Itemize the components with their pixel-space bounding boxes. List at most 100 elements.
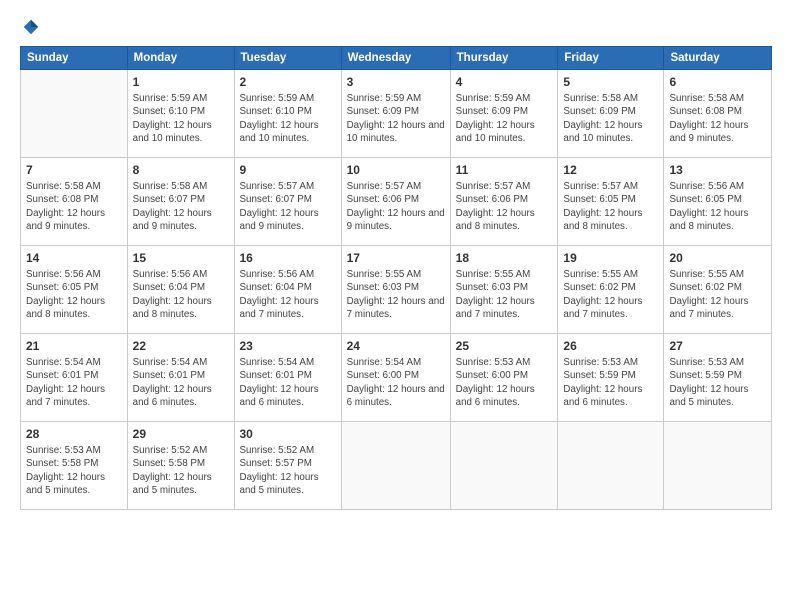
logo	[20, 18, 40, 36]
day-info: Sunrise: 5:59 AM Sunset: 6:09 PM Dayligh…	[347, 92, 445, 145]
day-number: 30	[240, 426, 336, 442]
day-info: Sunrise: 5:53 AM Sunset: 5:59 PM Dayligh…	[669, 356, 766, 409]
day-info: Sunrise: 5:58 AM Sunset: 6:09 PM Dayligh…	[563, 92, 658, 145]
day-number: 5	[563, 74, 658, 90]
calendar-cell: 27 Sunrise: 5:53 AM Sunset: 5:59 PM Dayli…	[664, 334, 772, 422]
calendar-cell: 22 Sunrise: 5:54 AM Sunset: 6:01 PM Dayli…	[127, 334, 234, 422]
day-info: Sunrise: 5:54 AM Sunset: 6:01 PM Dayligh…	[133, 356, 229, 409]
day-info: Sunrise: 5:52 AM Sunset: 5:58 PM Dayligh…	[133, 444, 229, 497]
calendar-header: SundayMondayTuesdayWednesdayThursdayFrid…	[21, 47, 772, 70]
calendar-cell: 14Sunrise: 5:56 AM Sunset: 6:05 PM Dayli…	[21, 246, 128, 334]
day-info: Sunrise: 5:57 AM Sunset: 6:07 PM Dayligh…	[240, 180, 336, 233]
calendar-cell: 23 Sunrise: 5:54 AM Sunset: 6:01 PM Dayli…	[234, 334, 341, 422]
day-info: Sunrise: 5:58 AM Sunset: 6:07 PM Dayligh…	[133, 180, 229, 233]
day-info: Sunrise: 5:57 AM Sunset: 6:06 PM Dayligh…	[347, 180, 445, 233]
day-number: 24	[347, 338, 445, 354]
calendar-cell: 28Sunrise: 5:53 AM Sunset: 5:58 PM Dayli…	[21, 422, 128, 510]
calendar-cell: 4 Sunrise: 5:59 AM Sunset: 6:09 PM Daylig…	[450, 70, 558, 158]
day-info: Sunrise: 5:58 AM Sunset: 6:08 PM Dayligh…	[669, 92, 766, 145]
day-number: 2	[240, 74, 336, 90]
weekday-header: Monday	[127, 47, 234, 70]
calendar-cell	[21, 70, 128, 158]
calendar-cell: 24 Sunrise: 5:54 AM Sunset: 6:00 PM Dayli…	[341, 334, 450, 422]
day-number: 10	[347, 162, 445, 178]
calendar-cell: 19 Sunrise: 5:55 AM Sunset: 6:02 PM Dayli…	[558, 246, 664, 334]
day-info: Sunrise: 5:55 AM Sunset: 6:03 PM Dayligh…	[456, 268, 553, 321]
weekday-row: SundayMondayTuesdayWednesdayThursdayFrid…	[21, 47, 772, 70]
day-info: Sunrise: 5:53 AM Sunset: 6:00 PM Dayligh…	[456, 356, 553, 409]
calendar-cell: 3 Sunrise: 5:59 AM Sunset: 6:09 PM Daylig…	[341, 70, 450, 158]
day-number: 22	[133, 338, 229, 354]
day-info: Sunrise: 5:55 AM Sunset: 6:02 PM Dayligh…	[669, 268, 766, 321]
day-info: Sunrise: 5:56 AM Sunset: 6:04 PM Dayligh…	[240, 268, 336, 321]
weekday-header: Friday	[558, 47, 664, 70]
calendar-cell	[558, 422, 664, 510]
day-number: 13	[669, 162, 766, 178]
day-number: 14	[26, 250, 122, 266]
day-info: Sunrise: 5:54 AM Sunset: 6:01 PM Dayligh…	[240, 356, 336, 409]
weekday-header: Sunday	[21, 47, 128, 70]
day-number: 8	[133, 162, 229, 178]
day-number: 17	[347, 250, 445, 266]
day-info: Sunrise: 5:52 AM Sunset: 5:57 PM Dayligh…	[240, 444, 336, 497]
day-number: 1	[133, 74, 229, 90]
day-info: Sunrise: 5:59 AM Sunset: 6:09 PM Dayligh…	[456, 92, 553, 145]
day-number: 26	[563, 338, 658, 354]
calendar-cell: 21 Sunrise: 5:54 AM Sunset: 6:01 PM Dayli…	[21, 334, 128, 422]
day-info: Sunrise: 5:53 AM Sunset: 5:59 PM Dayligh…	[563, 356, 658, 409]
day-number: 9	[240, 162, 336, 178]
day-number: 11	[456, 162, 553, 178]
day-number: 29	[133, 426, 229, 442]
weekday-header: Tuesday	[234, 47, 341, 70]
weekday-header: Thursday	[450, 47, 558, 70]
calendar-cell: 16Sunrise: 5:56 AM Sunset: 6:04 PM Dayli…	[234, 246, 341, 334]
calendar-cell: 12 Sunrise: 5:57 AM Sunset: 6:05 PM Dayli…	[558, 158, 664, 246]
day-number: 20	[669, 250, 766, 266]
calendar-cell: 10 Sunrise: 5:57 AM Sunset: 6:06 PM Dayli…	[341, 158, 450, 246]
calendar-week: 21 Sunrise: 5:54 AM Sunset: 6:01 PM Dayli…	[21, 334, 772, 422]
calendar-week: 1 Sunrise: 5:59 AM Sunset: 6:10 PM Daylig…	[21, 70, 772, 158]
day-number: 18	[456, 250, 553, 266]
calendar-cell: 2 Sunrise: 5:59 AM Sunset: 6:10 PM Daylig…	[234, 70, 341, 158]
calendar-cell: 29 Sunrise: 5:52 AM Sunset: 5:58 PM Dayli…	[127, 422, 234, 510]
calendar-cell: 1Sunrise: 5:59 AM Sunset: 6:10 PM Daylig…	[127, 70, 234, 158]
header	[20, 18, 772, 36]
day-number: 15	[133, 250, 229, 266]
calendar-cell: 15 Sunrise: 5:56 AM Sunset: 6:04 PM Dayli…	[127, 246, 234, 334]
calendar-cell: 30 Sunrise: 5:52 AM Sunset: 5:57 PM Dayli…	[234, 422, 341, 510]
page: SundayMondayTuesdayWednesdayThursdayFrid…	[0, 0, 792, 612]
weekday-header: Saturday	[664, 47, 772, 70]
day-info: Sunrise: 5:54 AM Sunset: 6:01 PM Dayligh…	[26, 356, 122, 409]
calendar-cell: 26 Sunrise: 5:53 AM Sunset: 5:59 PM Dayli…	[558, 334, 664, 422]
day-info: Sunrise: 5:55 AM Sunset: 6:03 PM Dayligh…	[347, 268, 445, 321]
calendar-cell	[664, 422, 772, 510]
day-number: 19	[563, 250, 658, 266]
day-number: 4	[456, 74, 553, 90]
day-number: 12	[563, 162, 658, 178]
day-info: Sunrise: 5:58 AM Sunset: 6:08 PM Dayligh…	[26, 180, 122, 233]
calendar-cell: 6 Sunrise: 5:58 AM Sunset: 6:08 PM Daylig…	[664, 70, 772, 158]
day-number: 28	[26, 426, 122, 442]
day-info: Sunrise: 5:54 AM Sunset: 6:00 PM Dayligh…	[347, 356, 445, 409]
calendar-cell: 18 Sunrise: 5:55 AM Sunset: 6:03 PM Dayli…	[450, 246, 558, 334]
calendar-cell: 25Sunrise: 5:53 AM Sunset: 6:00 PM Dayli…	[450, 334, 558, 422]
day-info: Sunrise: 5:56 AM Sunset: 6:04 PM Dayligh…	[133, 268, 229, 321]
day-number: 23	[240, 338, 336, 354]
calendar-cell: 20 Sunrise: 5:55 AM Sunset: 6:02 PM Dayli…	[664, 246, 772, 334]
day-number: 21	[26, 338, 122, 354]
calendar-cell	[450, 422, 558, 510]
calendar-cell: 8 Sunrise: 5:58 AM Sunset: 6:07 PM Daylig…	[127, 158, 234, 246]
calendar-table: SundayMondayTuesdayWednesdayThursdayFrid…	[20, 46, 772, 510]
day-info: Sunrise: 5:55 AM Sunset: 6:02 PM Dayligh…	[563, 268, 658, 321]
calendar-cell: 9 Sunrise: 5:57 AM Sunset: 6:07 PM Daylig…	[234, 158, 341, 246]
day-number: 7	[26, 162, 122, 178]
calendar-week: 14Sunrise: 5:56 AM Sunset: 6:05 PM Dayli…	[21, 246, 772, 334]
calendar-cell: 11Sunrise: 5:57 AM Sunset: 6:06 PM Dayli…	[450, 158, 558, 246]
day-number: 6	[669, 74, 766, 90]
calendar-cell: 17 Sunrise: 5:55 AM Sunset: 6:03 PM Dayli…	[341, 246, 450, 334]
calendar-cell: 13Sunrise: 5:56 AM Sunset: 6:05 PM Dayli…	[664, 158, 772, 246]
day-number: 3	[347, 74, 445, 90]
day-number: 27	[669, 338, 766, 354]
day-info: Sunrise: 5:57 AM Sunset: 6:05 PM Dayligh…	[563, 180, 658, 233]
day-info: Sunrise: 5:59 AM Sunset: 6:10 PM Dayligh…	[240, 92, 336, 145]
